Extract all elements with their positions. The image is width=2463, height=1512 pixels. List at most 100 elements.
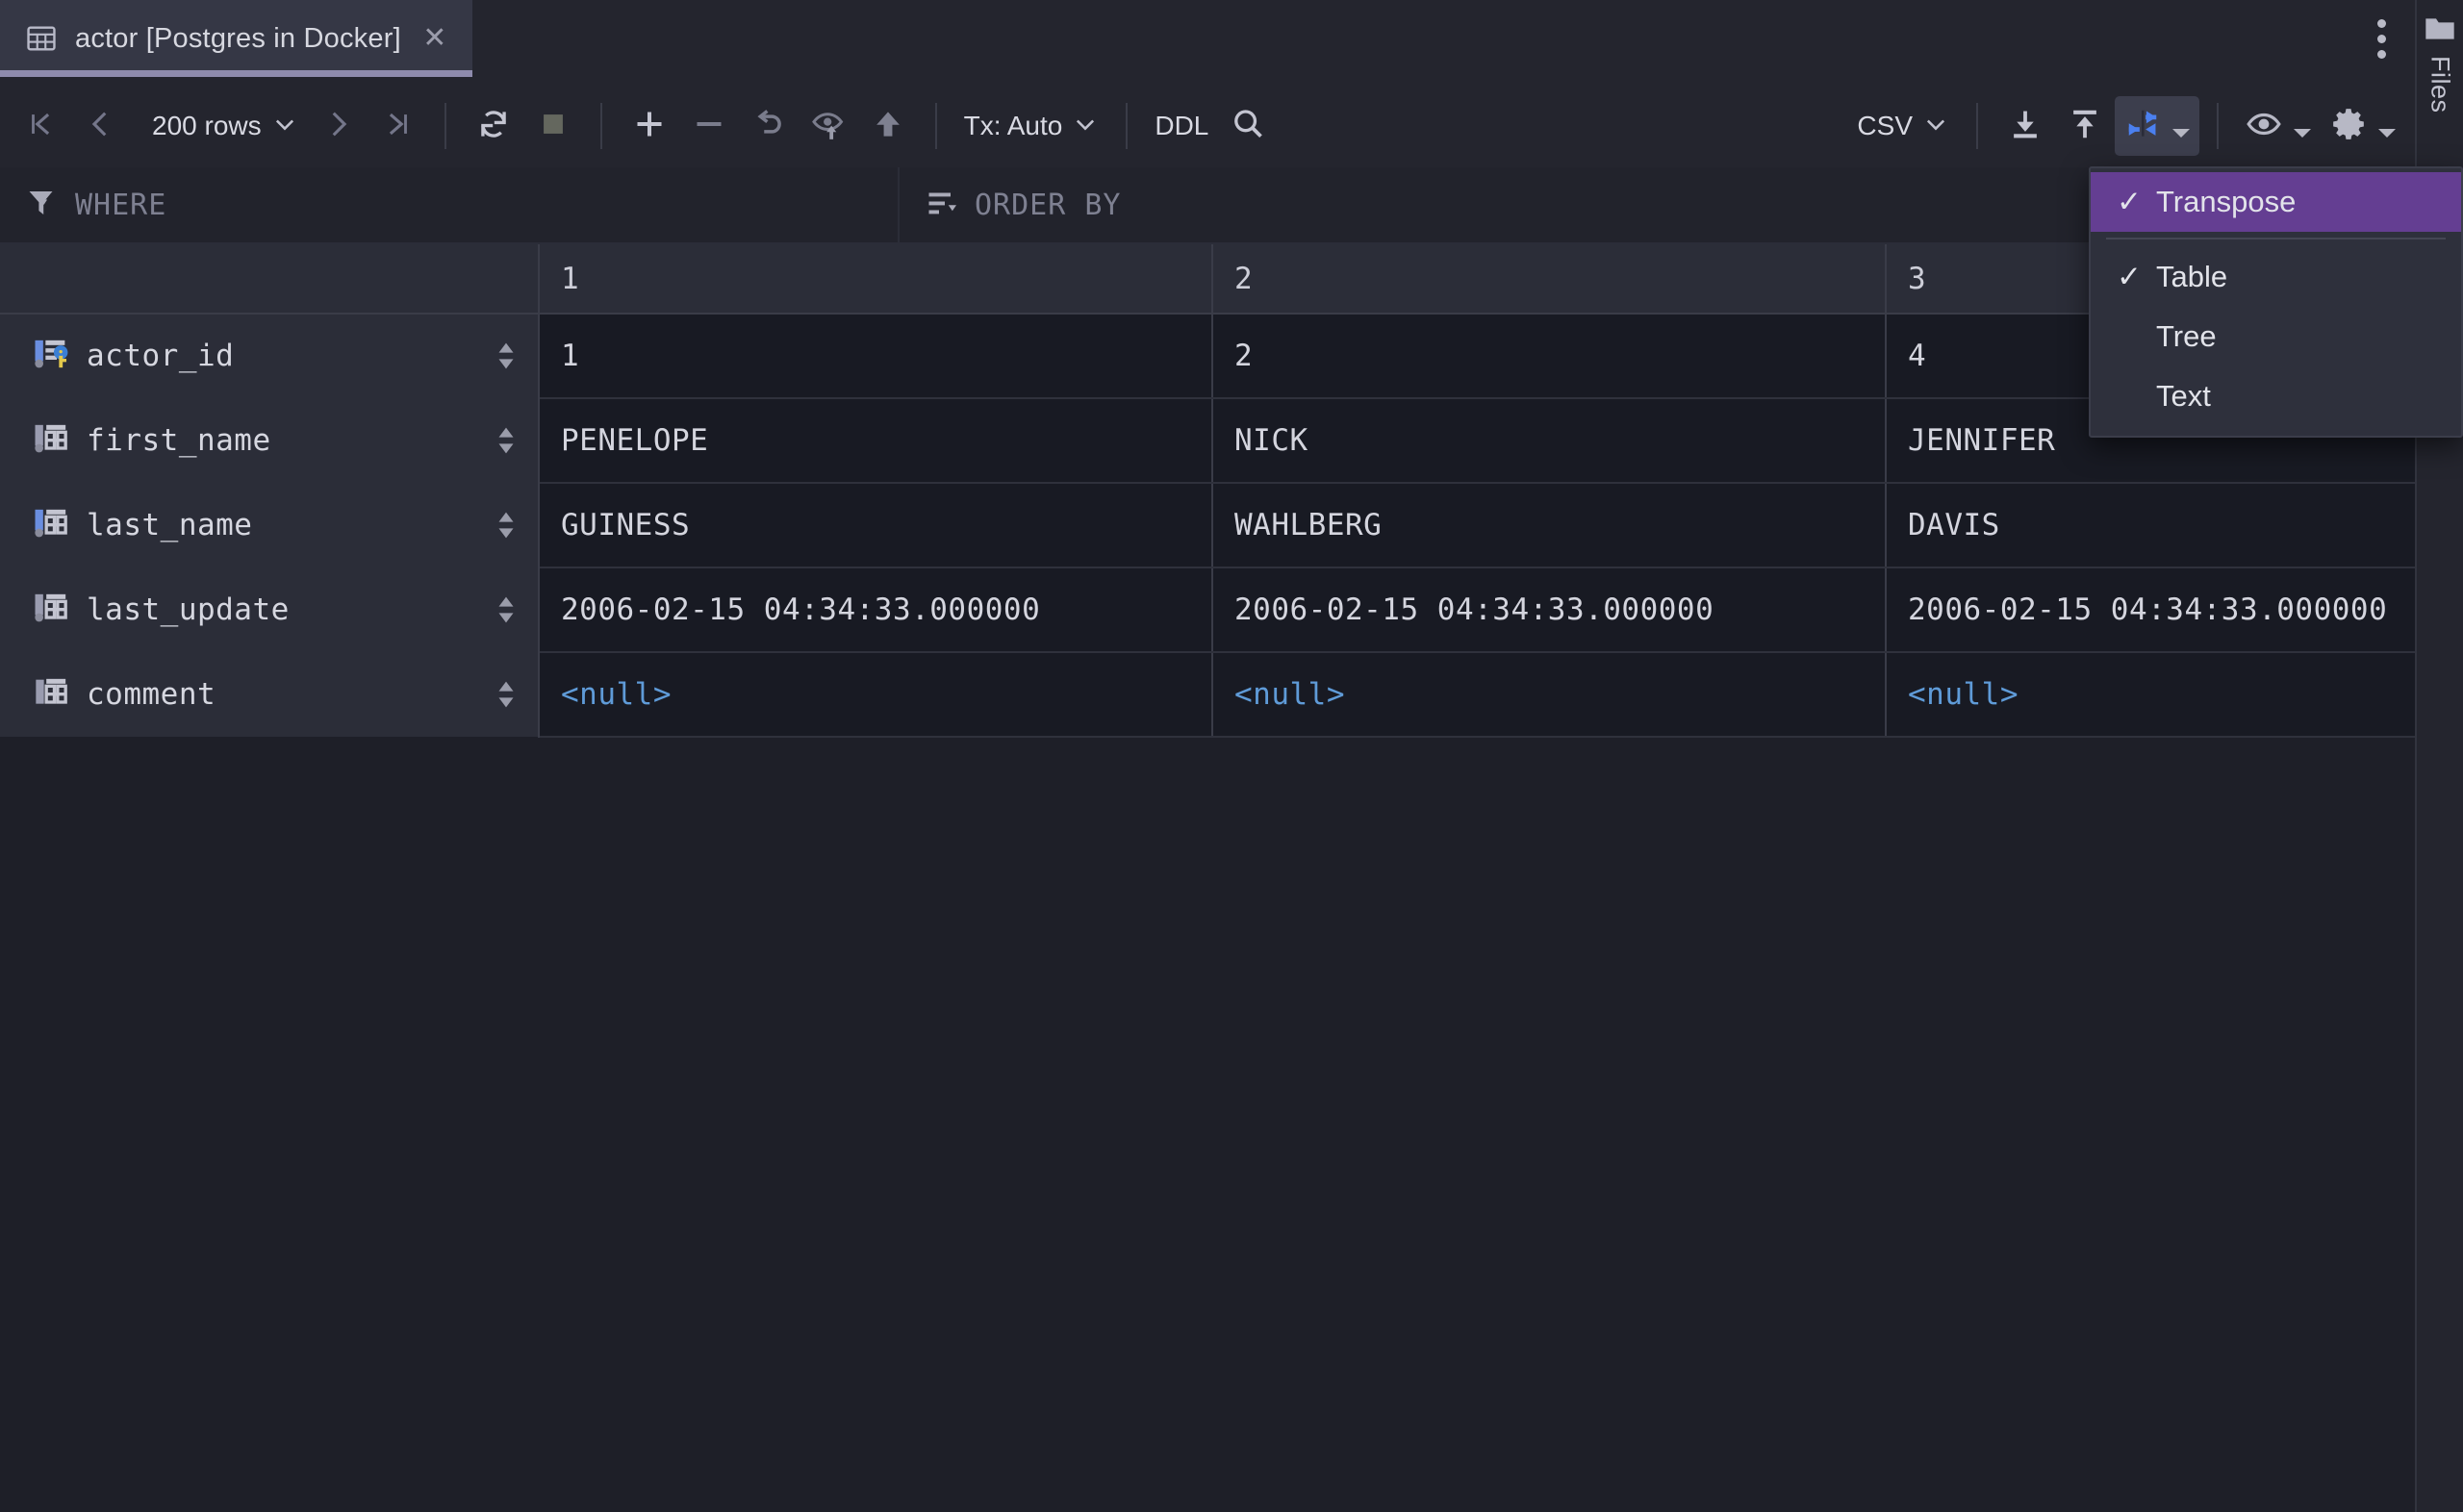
sort-icon[interactable] bbox=[925, 186, 959, 225]
sort-indicator-icon[interactable] bbox=[495, 675, 517, 714]
funnel-icon[interactable] bbox=[25, 186, 60, 225]
column-header-label: 3 bbox=[1908, 261, 1926, 296]
chevron-down-icon bbox=[2294, 128, 2311, 138]
data-cell[interactable]: 2 bbox=[1212, 314, 1887, 399]
add-row-button[interactable] bbox=[620, 96, 679, 156]
cell-value: 2006-02-15 04:34:33.000000 bbox=[1908, 592, 2388, 627]
export-data-button[interactable] bbox=[1995, 96, 2055, 156]
import-data-button[interactable] bbox=[2055, 96, 2115, 156]
view-options-button[interactable] bbox=[2236, 96, 2321, 156]
row-header-last-update[interactable]: last_update bbox=[0, 567, 540, 652]
data-cell[interactable]: <null> bbox=[1886, 652, 2415, 738]
submit-changes-button[interactable] bbox=[858, 96, 918, 156]
refresh-button[interactable] bbox=[464, 96, 523, 156]
settings-button[interactable] bbox=[2321, 96, 2405, 156]
chevron-left-icon bbox=[85, 108, 117, 145]
refresh-icon bbox=[475, 106, 512, 147]
data-cell[interactable]: GUINESS bbox=[539, 483, 1213, 568]
ddl-label: DDL bbox=[1155, 111, 1209, 140]
main-content-column: actor [Postgres in Docker] ✕ 200 rows Tx… bbox=[0, 0, 2415, 1512]
data-cell[interactable]: PENELOPE bbox=[539, 398, 1213, 484]
result-toolbar: 200 rows Tx: Auto DDL CSV bbox=[0, 85, 2415, 167]
view-mode-menu: ✓ Transpose ✓ Table Tree Text bbox=[2089, 166, 2463, 438]
chevron-down-icon bbox=[2378, 128, 2396, 138]
toolbar-separator-5 bbox=[1976, 103, 1978, 149]
toolbar-separator-2 bbox=[599, 103, 602, 149]
result-table: 1 2 3 actor_id 1 2 4 first_name PENELOPE… bbox=[0, 244, 2415, 738]
column-primary-key-icon bbox=[33, 335, 71, 378]
minus-icon bbox=[690, 105, 728, 148]
chevron-down-icon bbox=[1072, 111, 1099, 142]
delete-row-button[interactable] bbox=[679, 96, 739, 156]
column-header-1[interactable]: 1 bbox=[539, 244, 1213, 315]
sort-indicator-icon[interactable] bbox=[495, 337, 517, 375]
row-header-actor-id[interactable]: actor_id bbox=[0, 314, 540, 398]
sort-indicator-icon[interactable] bbox=[495, 506, 517, 544]
first-page-button[interactable] bbox=[12, 96, 71, 156]
menu-item-text[interactable]: Text bbox=[2091, 366, 2461, 426]
transposed-result-grid[interactable]: 1 2 3 actor_id 1 2 4 first_name PENELOPE… bbox=[0, 244, 2415, 1512]
row-header-label: comment bbox=[87, 677, 216, 712]
editor-tab-actor[interactable]: actor [Postgres in Docker] ✕ bbox=[0, 0, 472, 77]
table-row: last_update 2006-02-15 04:34:33.000000 2… bbox=[0, 567, 2415, 653]
menu-item-table[interactable]: ✓ Table bbox=[2091, 247, 2461, 307]
data-cell[interactable]: 1 bbox=[539, 314, 1213, 399]
transpose-view-dropdown-button[interactable] bbox=[2115, 96, 2199, 156]
cell-value: NICK bbox=[1234, 423, 1308, 458]
row-header-first-name[interactable]: first_name bbox=[0, 398, 540, 483]
rows-count-dropdown[interactable]: 200 rows bbox=[131, 96, 308, 156]
plus-icon bbox=[630, 105, 669, 148]
data-cell[interactable]: 2006-02-15 04:34:33.000000 bbox=[1886, 567, 2415, 653]
cell-value: DAVIS bbox=[1908, 508, 2000, 542]
data-cell[interactable]: WAHLBERG bbox=[1212, 483, 1887, 568]
transpose-icon bbox=[2124, 106, 2161, 147]
output-format-dropdown[interactable]: CSV bbox=[1847, 96, 1959, 156]
search-button[interactable] bbox=[1218, 96, 1278, 156]
menu-item-label: Table bbox=[2156, 260, 2228, 293]
tab-bar-spacer bbox=[472, 0, 2348, 85]
rows-count-label: 200 rows bbox=[152, 111, 262, 140]
data-cell[interactable]: <null> bbox=[539, 652, 1213, 738]
table-row: last_name GUINESS WAHLBERG DAVIS bbox=[0, 483, 2415, 568]
menu-item-transpose[interactable]: ✓ Transpose bbox=[2091, 172, 2461, 232]
chevron-down-icon bbox=[1922, 111, 1949, 142]
where-filter-field[interactable]: WHERE bbox=[0, 167, 900, 242]
sort-indicator-icon[interactable] bbox=[495, 591, 517, 629]
cell-value: GUINESS bbox=[561, 508, 691, 542]
submit-up-arrow-icon bbox=[870, 106, 906, 147]
row-header-last-name[interactable]: last_name bbox=[0, 483, 540, 567]
sidebar-item-files[interactable]: Files bbox=[2425, 56, 2455, 113]
menu-item-tree[interactable]: Tree bbox=[2091, 307, 2461, 366]
data-cell[interactable]: DAVIS bbox=[1886, 483, 2415, 568]
folder-icon[interactable] bbox=[2425, 15, 2455, 42]
data-cell[interactable]: 2006-02-15 04:34:33.000000 bbox=[1212, 567, 1887, 653]
row-header-label: actor_id bbox=[87, 339, 235, 373]
tab-overflow-button[interactable] bbox=[2348, 0, 2415, 77]
last-page-button[interactable] bbox=[368, 96, 427, 156]
import-upload-icon bbox=[2067, 106, 2103, 147]
row-header-label: first_name bbox=[87, 423, 271, 458]
next-page-button[interactable] bbox=[308, 96, 368, 156]
table-row: first_name PENELOPE NICK JENNIFER bbox=[0, 398, 2415, 484]
gear-icon bbox=[2330, 106, 2367, 147]
cell-value: PENELOPE bbox=[561, 423, 709, 458]
revert-changes-button[interactable] bbox=[739, 96, 799, 156]
transaction-mode-dropdown[interactable]: Tx: Auto bbox=[954, 96, 1109, 156]
order-by-placeholder: ORDER BY bbox=[975, 188, 1122, 222]
sort-indicator-icon[interactable] bbox=[495, 421, 517, 460]
column-header-row: 1 2 3 bbox=[0, 244, 2415, 315]
close-icon[interactable]: ✕ bbox=[419, 22, 451, 55]
column-header-label: 1 bbox=[561, 261, 579, 296]
cell-value: 2 bbox=[1234, 339, 1254, 373]
preview-pending-changes-button[interactable] bbox=[799, 96, 858, 156]
data-cell[interactable]: <null> bbox=[1212, 652, 1887, 738]
menu-separator bbox=[2106, 238, 2446, 239]
prev-page-button[interactable] bbox=[71, 96, 131, 156]
column-header-2[interactable]: 2 bbox=[1212, 244, 1887, 315]
data-cell[interactable]: NICK bbox=[1212, 398, 1887, 484]
stop-button[interactable] bbox=[523, 96, 583, 156]
data-cell[interactable]: 2006-02-15 04:34:33.000000 bbox=[539, 567, 1213, 653]
chevron-down-icon bbox=[2172, 128, 2190, 138]
row-header-comment[interactable]: comment bbox=[0, 652, 540, 737]
ddl-button[interactable]: DDL bbox=[1145, 96, 1218, 156]
